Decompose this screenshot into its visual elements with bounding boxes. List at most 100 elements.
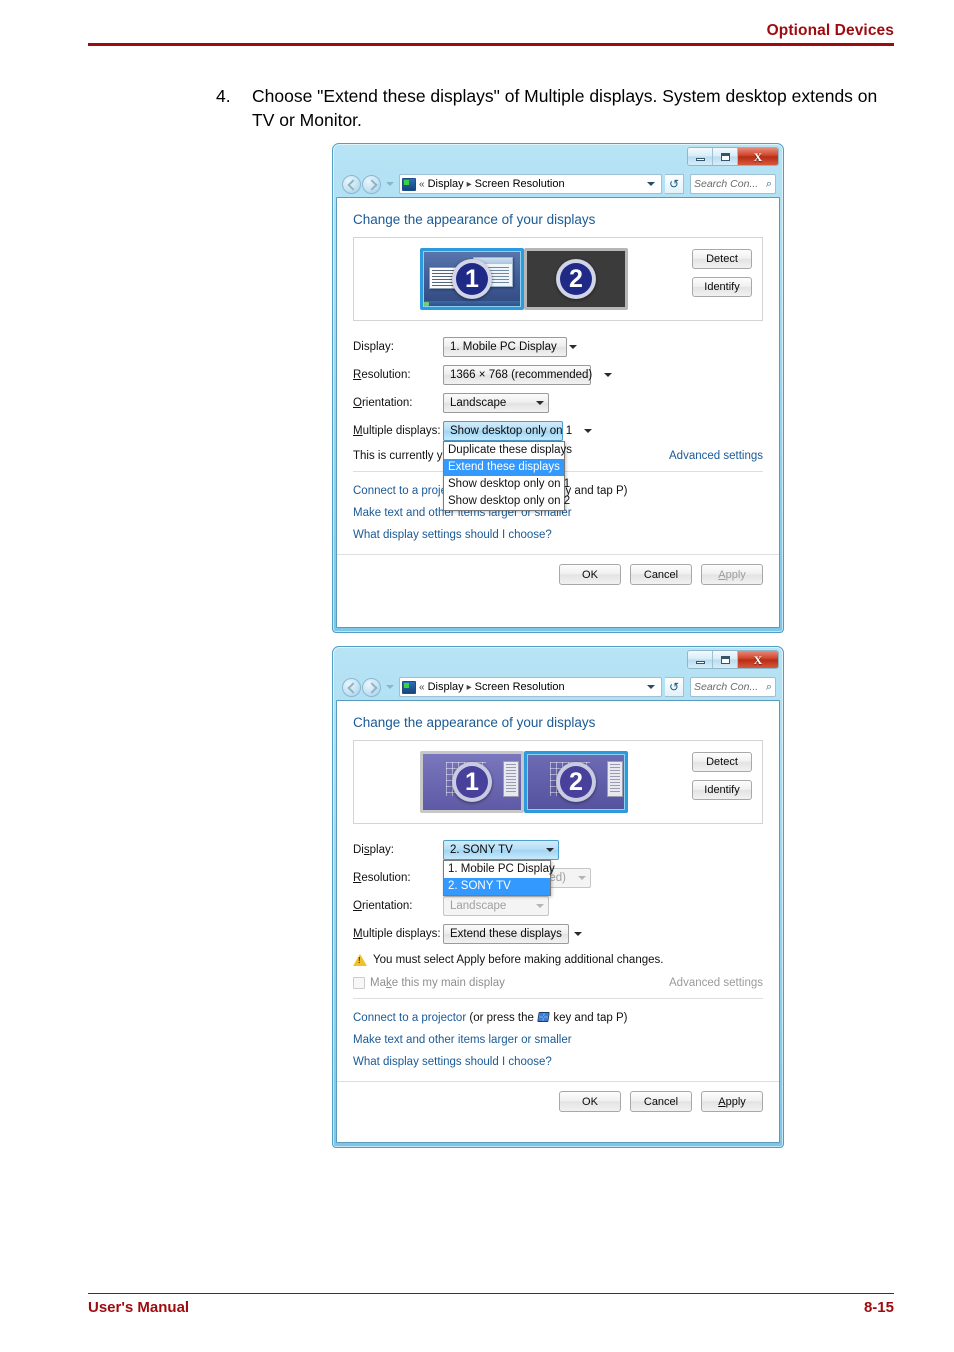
orientation-row-2[interactable]: Orientation: Landscape	[353, 892, 763, 920]
minimize-button[interactable]	[688, 651, 713, 668]
breadcrumb-overflow-icon[interactable]: «	[419, 179, 425, 190]
main-display-checkbox-label: Make this my main display	[370, 977, 505, 989]
breadcrumb-overflow-icon[interactable]: «	[419, 682, 425, 693]
window-controls-2[interactable]: X	[687, 650, 779, 669]
display-row-2[interactable]: Display: 2. SONY TV 1. Mobile PC Display…	[353, 836, 763, 896]
ok-button[interactable]: OK	[559, 1091, 621, 1112]
dropdown-option-extend[interactable]: Extend these displays	[444, 459, 564, 476]
main-display-checkbox-row[interactable]: Make this my main display Advanced setti…	[353, 972, 763, 994]
cancel-button[interactable]: Cancel	[630, 1091, 692, 1112]
window-controls-1[interactable]: X	[687, 147, 779, 166]
address-chevron-down-icon[interactable]	[647, 182, 655, 186]
refresh-button[interactable]: ↺	[665, 677, 684, 697]
identify-button[interactable]: Identify	[692, 277, 752, 297]
back-button[interactable]	[342, 174, 361, 194]
detect-button[interactable]: Detect	[692, 752, 752, 772]
breadcrumb-display[interactable]: Display	[428, 681, 464, 693]
footer-divider	[88, 1292, 894, 1294]
dropdown-option-duplicate[interactable]: Duplicate these displays	[444, 442, 572, 459]
multiple-displays-select-1[interactable]: Show desktop only on 1	[443, 421, 593, 441]
monitor-thumbnail-2[interactable]: 2	[524, 248, 628, 310]
screen-resolution-window-1[interactable]: X « Display ▸ Screen Resolution ↺ Search…	[332, 143, 784, 633]
breadcrumb-screen-resolution[interactable]: Screen Resolution	[475, 681, 565, 693]
nav-arrows-2[interactable]	[342, 677, 381, 697]
resolution-select-1[interactable]: 1366 × 768 (recommended)	[443, 365, 613, 385]
detect-label: Detect	[706, 253, 738, 265]
dialog-buttons-2[interactable]: OK Cancel Apply	[337, 1081, 779, 1112]
text-size-link-2[interactable]: Make text and other items larger or smal…	[353, 1029, 763, 1051]
close-button[interactable]: X	[738, 651, 778, 668]
recent-pages-chevron-down-icon[interactable]	[386, 182, 394, 186]
breadcrumb-display[interactable]: Display	[428, 178, 464, 190]
display-select-1[interactable]: 1. Mobile PC Display	[443, 337, 577, 357]
multiple-displays-select-2[interactable]: Extend these displays	[443, 924, 582, 944]
monitor-thumbnail-1[interactable]: 1	[420, 751, 524, 813]
screen-resolution-window-2[interactable]: X « Display ▸ Screen Resolution ↺ Search…	[332, 646, 784, 1148]
ok-button[interactable]: OK	[559, 564, 621, 585]
identify-button[interactable]: Identify	[692, 780, 752, 800]
display-dropdown[interactable]: 1. Mobile PC Display 2. SONY TV	[443, 860, 555, 896]
nav-arrows-1[interactable]	[342, 174, 381, 194]
close-button[interactable]: X	[738, 148, 778, 165]
display-preview-1[interactable]: 1 2 Detect Identify	[353, 237, 763, 321]
orientation-row-1[interactable]: Orientation: Landscape	[353, 389, 763, 417]
monitor-thumbnail-2[interactable]: 2	[524, 751, 628, 813]
navigation-bar-2[interactable]: « Display ▸ Screen Resolution ↺ Search C…	[336, 674, 780, 700]
dropdown-option-only-2[interactable]: Show desktop only on 2	[444, 493, 570, 510]
what-settings-link-2[interactable]: What display settings should I choose?	[353, 1051, 763, 1073]
search-input-1[interactable]: Search Con... ⌕	[690, 174, 776, 194]
forward-button[interactable]	[362, 174, 381, 194]
advanced-settings-link[interactable]: Advanced settings	[669, 977, 763, 989]
display-select-2[interactable]: 2. SONY TV	[443, 840, 559, 860]
navigation-bar-1[interactable]: « Display ▸ Screen Resolution ↺ Search C…	[336, 171, 780, 197]
title-bar-2[interactable]: X	[336, 650, 780, 674]
dropdown-option-mobile-pc-display[interactable]: 1. Mobile PC Display	[444, 861, 555, 878]
address-chevron-down-icon[interactable]	[647, 685, 655, 689]
dropdown-option-only-1[interactable]: Show desktop only on 1	[444, 476, 570, 493]
monitor-thumbnail-1[interactable]: 1	[420, 248, 524, 310]
address-bar-1[interactable]: « Display ▸ Screen Resolution	[399, 174, 662, 194]
back-button[interactable]	[342, 677, 361, 697]
maximize-icon	[720, 655, 730, 664]
dropdown-option-sony-tv[interactable]: 2. SONY TV	[444, 878, 550, 895]
multiple-displays-value: Show desktop only on 1	[450, 425, 573, 437]
refresh-button[interactable]: ↺	[665, 174, 684, 194]
monitor-thumbnails-1[interactable]: 1 2	[420, 248, 628, 310]
detect-button[interactable]: Detect	[692, 249, 752, 269]
resolution-row-1[interactable]: Resolution: 1366 × 768 (recommended)	[353, 361, 763, 389]
main-display-checkbox[interactable]	[353, 977, 365, 989]
breadcrumb-screen-resolution[interactable]: Screen Resolution	[475, 178, 565, 190]
close-icon: X	[753, 149, 763, 164]
manual-page: Optional Devices 4. Choose "Extend these…	[0, 0, 954, 1352]
title-bar-1[interactable]: X	[336, 147, 780, 171]
content-divider-2	[353, 998, 763, 999]
chevron-down-icon	[573, 932, 582, 936]
cancel-button[interactable]: Cancel	[630, 564, 692, 585]
forward-button[interactable]	[362, 677, 381, 697]
multiple-displays-dropdown[interactable]: Duplicate these displays Extend these di…	[443, 441, 572, 511]
display-preview-2[interactable]: 1 2 Detect Identify	[353, 740, 763, 824]
resolution-row-2[interactable]: Resolution: ded)	[353, 864, 763, 892]
multiple-displays-row-1[interactable]: Multiple displays: Show desktop only on …	[353, 417, 763, 511]
search-input-2[interactable]: Search Con... ⌕	[690, 677, 776, 697]
monitor-thumbnails-2[interactable]: 1 2	[420, 751, 628, 813]
advanced-settings-link[interactable]: Advanced settings	[669, 450, 763, 462]
preview-buttons-1[interactable]: Detect Identify	[692, 249, 752, 297]
maximize-button[interactable]	[713, 148, 738, 165]
chevron-down-icon	[578, 876, 586, 880]
footer-row: User's Manual 8-15	[88, 1299, 894, 1316]
recent-pages-chevron-down-icon[interactable]	[386, 685, 394, 689]
display-control-panel-icon	[402, 680, 416, 694]
multiple-displays-row-2[interactable]: Multiple displays: Extend these displays	[353, 920, 763, 948]
dialog-buttons-1[interactable]: OK Cancel Apply	[337, 554, 779, 585]
apply-button[interactable]: Apply	[701, 1091, 763, 1112]
what-settings-link-1[interactable]: What display settings should I choose?	[353, 524, 763, 546]
display-row-1[interactable]: Display: 1. Mobile PC Display	[353, 333, 763, 361]
projector-link-text[interactable]: Connect to a projector	[353, 1012, 466, 1024]
projector-link-2[interactable]: Connect to a projector (or press the key…	[353, 1007, 763, 1029]
minimize-button[interactable]	[688, 148, 713, 165]
maximize-button[interactable]	[713, 651, 738, 668]
preview-buttons-2[interactable]: Detect Identify	[692, 752, 752, 800]
orientation-select-1[interactable]: Landscape	[443, 393, 549, 413]
address-bar-2[interactable]: « Display ▸ Screen Resolution	[399, 677, 662, 697]
